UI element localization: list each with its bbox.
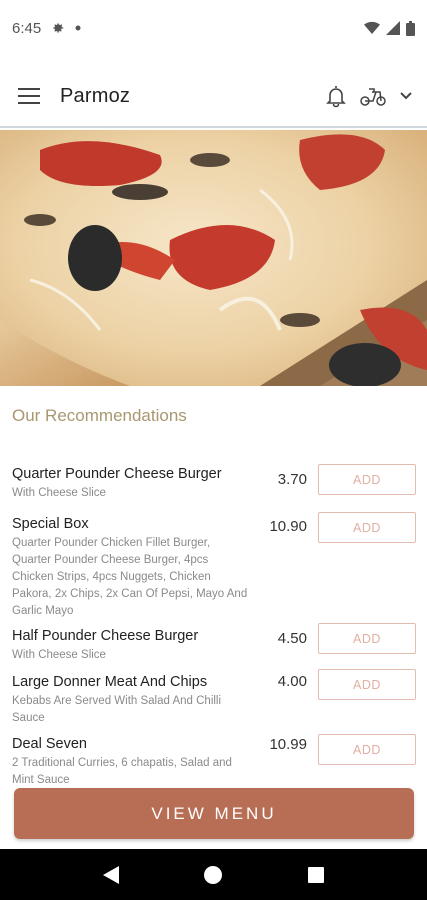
recents-icon[interactable] xyxy=(307,866,325,884)
section-title: Our Recommendations xyxy=(12,406,187,425)
battery-icon xyxy=(406,20,415,36)
bell-icon[interactable] xyxy=(325,84,347,108)
status-time: 6:45 xyxy=(12,19,42,37)
menu-item: Quarter Pounder Cheese Burger With Chees… xyxy=(0,456,427,512)
add-button[interactable]: ADD xyxy=(318,669,416,700)
menu-item: Large Donner Meat And Chips Kebabs Are S… xyxy=(0,668,427,734)
add-button[interactable]: ADD xyxy=(318,623,416,654)
view-menu-button[interactable]: VIEW MENU xyxy=(14,788,414,839)
settings-icon xyxy=(51,21,65,35)
signal-icon xyxy=(386,21,400,35)
add-button[interactable]: ADD xyxy=(318,734,416,765)
item-price: 3.70 xyxy=(277,471,307,488)
status-bar: 6:45 xyxy=(0,0,427,56)
item-name: Large Donner Meat And Chips xyxy=(12,674,208,690)
item-name: Special Box xyxy=(12,516,89,532)
system-nav-bar xyxy=(0,849,427,900)
hero-pizza-image xyxy=(0,130,427,386)
item-description: Quarter Pounder Chicken Fillet Burger, Q… xyxy=(12,537,248,617)
item-price: 10.90 xyxy=(269,518,307,535)
item-name: Quarter Pounder Cheese Burger xyxy=(12,466,222,482)
item-description: With Cheese Slice xyxy=(12,487,106,499)
item-description: 2 Traditional Curries, 6 chapatis, Salad… xyxy=(12,757,232,786)
app-bar: Parmoz xyxy=(0,66,427,128)
add-button[interactable]: ADD xyxy=(318,512,416,543)
menu-item: Deal Seven 2 Traditional Curries, 6 chap… xyxy=(0,734,427,794)
menu-item: Half Pounder Cheese Burger With Cheese S… xyxy=(0,620,427,668)
home-icon[interactable] xyxy=(203,865,223,885)
app-title: Parmoz xyxy=(60,84,131,107)
delivery-scooter-icon[interactable] xyxy=(359,85,387,107)
notification-dot-icon xyxy=(75,25,81,31)
item-name: Deal Seven xyxy=(12,736,87,752)
item-description: Kebabs Are Served With Salad And Chilli … xyxy=(12,695,222,724)
back-icon[interactable] xyxy=(102,865,120,885)
chevron-down-icon[interactable] xyxy=(399,91,413,101)
menu-icon[interactable] xyxy=(18,88,40,104)
item-name: Half Pounder Cheese Burger xyxy=(12,628,199,644)
item-price: 4.50 xyxy=(277,630,307,647)
add-button[interactable]: ADD xyxy=(318,464,416,495)
menu-list: Quarter Pounder Cheese Burger With Chees… xyxy=(0,456,427,794)
item-price: 4.00 xyxy=(277,673,307,690)
item-description: With Cheese Slice xyxy=(12,649,106,661)
wifi-icon xyxy=(364,21,380,35)
item-price: 10.99 xyxy=(269,736,307,753)
menu-item: Special Box Quarter Pounder Chicken Fill… xyxy=(0,512,427,620)
